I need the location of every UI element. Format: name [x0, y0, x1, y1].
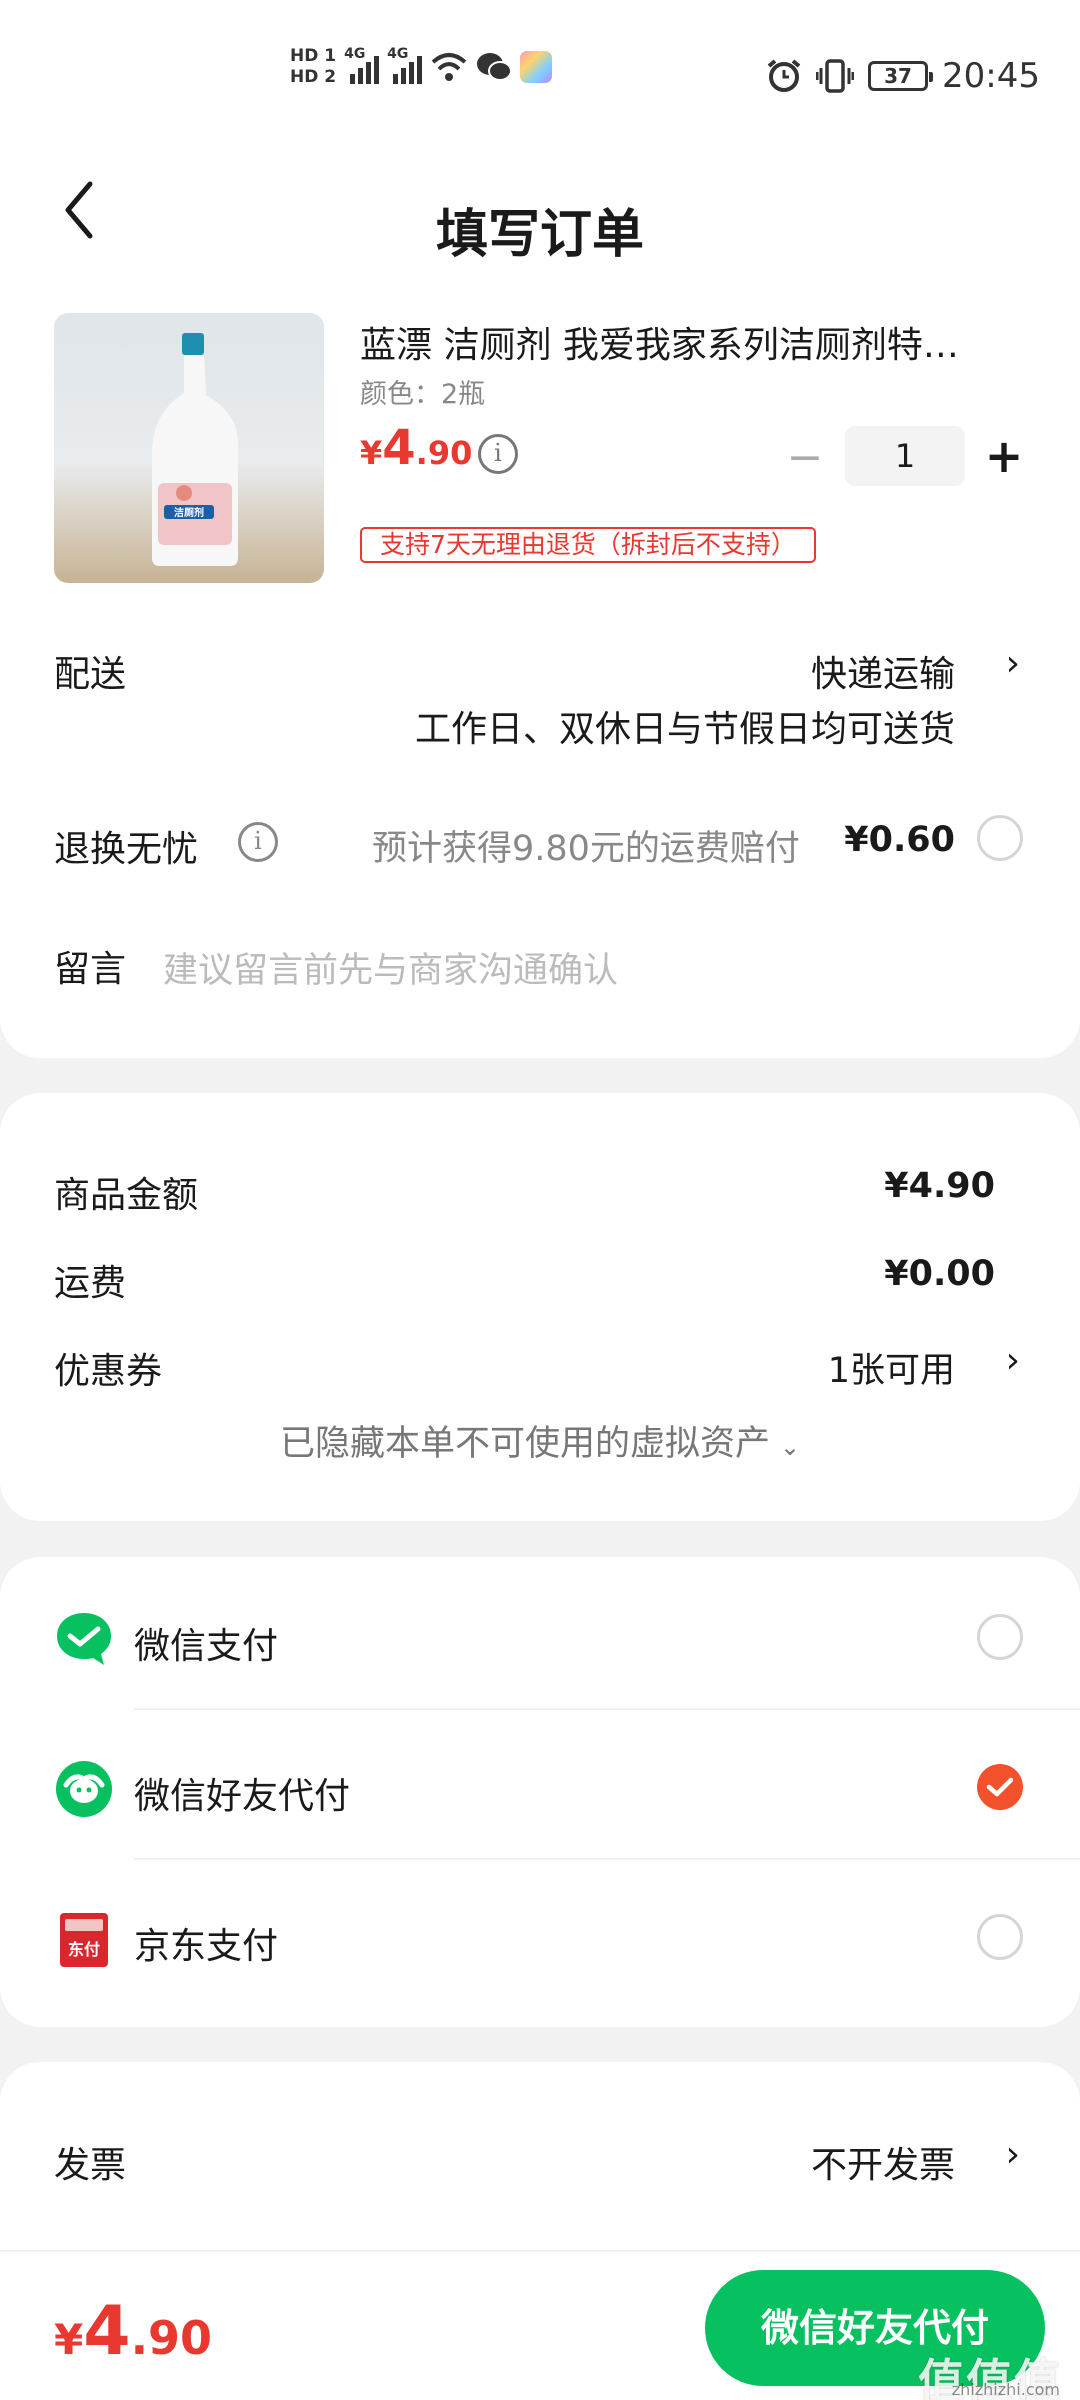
bottle-label-text: 洁厕剂: [174, 506, 204, 519]
payment-radio-jd[interactable]: [977, 1914, 1023, 1960]
status-bar: HD 1 HD 2 4G 4G 37 20:45: [0, 0, 1080, 150]
payment-divider: [134, 1858, 1080, 1860]
order-item-card: 洁厕剂 蓝漂 洁厕剂 我爱我家系列洁厕剂特… 颜色：2瓶 ¥4.90 i − 1…: [0, 280, 1080, 1058]
wechat-notification-icon: [477, 53, 513, 81]
total-decimal: .90: [130, 2311, 213, 2365]
shipping-label: 运费: [54, 1263, 127, 1304]
delivery-chevron-icon[interactable]: ›: [1006, 643, 1020, 684]
page-title: 填写订单: [435, 205, 644, 265]
status-right: 37 20:45: [766, 56, 1040, 96]
invoice-value[interactable]: 不开发票: [811, 2136, 955, 2188]
price-decimal: .90: [415, 434, 473, 472]
return-insurance-info-icon[interactable]: i: [238, 822, 278, 862]
shipping-value: ¥0.00: [884, 1254, 995, 1294]
return-insurance-desc: 预计获得9.80元的运费赔付: [372, 829, 800, 869]
clock: 20:45: [942, 56, 1040, 96]
quantity-increase-button[interactable]: +: [982, 426, 1026, 486]
product-title[interactable]: 蓝漂 洁厕剂 我爱我家系列洁厕剂特…: [360, 316, 1020, 368]
wifi-icon: [431, 53, 467, 81]
quantity-decrease-button[interactable]: −: [785, 428, 825, 488]
chevron-down-icon: ⌄: [779, 1433, 801, 1461]
status-left: HD 1 HD 2 4G 4G: [290, 46, 553, 86]
return-insurance-price: ¥0.60: [844, 820, 955, 860]
jd-pay-icon: 东付: [60, 1913, 108, 1967]
delivery-note: 工作日、双休日与节假日均可送货: [414, 709, 955, 750]
return-insurance-radio[interactable]: [977, 815, 1023, 861]
total-price: ¥4.90: [54, 2292, 212, 2371]
battery-indicator: 37: [868, 61, 934, 91]
wechat-friend-pay-icon: [56, 1761, 112, 1817]
signal-1-icon: 4G: [344, 46, 380, 84]
coupon-chevron-icon[interactable]: ›: [1006, 1340, 1020, 1381]
payment-label-wechat: 微信支付: [134, 1626, 279, 1667]
price-currency: ¥: [360, 434, 383, 472]
price-integer: 4: [382, 420, 416, 476]
total-integer: 4: [83, 2292, 131, 2371]
payment-label-wechat-friend: 微信好友代付: [134, 1776, 351, 1817]
payment-divider: [134, 1708, 1080, 1710]
app-notification-icon: [520, 51, 553, 83]
payment-label-jd: 京东支付: [134, 1926, 279, 1967]
quantity-value[interactable]: 1: [845, 426, 965, 486]
goods-amount-value: ¥4.90: [884, 1166, 995, 1206]
hidden-assets-text: 已隐藏本单不可使用的虚拟资产: [279, 1424, 770, 1464]
hd1-indicator: HD 1: [290, 46, 337, 66]
return-policy-badge: 支持7天无理由退货（拆封后不支持）: [360, 527, 816, 563]
wechat-pay-icon: [57, 1613, 111, 1665]
vibrate-icon: [816, 59, 855, 93]
amount-summary-card: 商品金额 ¥4.90 运费 ¥0.00 优惠券 1张可用 › 已隐藏本单不可使用…: [0, 1093, 1080, 1521]
delivery-method[interactable]: 快递运输: [811, 645, 955, 697]
network-type-1: 4G: [344, 46, 366, 62]
bottle-illustration: 洁厕剂: [152, 333, 238, 566]
remark-label: 留言: [54, 949, 127, 990]
payment-radio-wechat-friend[interactable]: [977, 1764, 1023, 1810]
alarm-icon: [767, 59, 801, 92]
total-currency: ¥: [54, 2315, 84, 2364]
payment-methods-card: 微信支付 微信好友代付 东付 京东支付: [0, 1557, 1080, 2027]
product-image[interactable]: 洁厕剂: [54, 313, 324, 583]
product-spec: 颜色：2瓶: [360, 379, 486, 410]
hidden-assets-toggle[interactable]: 已隐藏本单不可使用的虚拟资产 ⌄: [0, 1415, 1080, 1466]
hd-indicators: HD 1 HD 2: [290, 48, 336, 86]
page-header: 填写订单: [0, 150, 1080, 280]
delivery-label: 配送: [54, 654, 127, 695]
network-type-2: 4G: [387, 46, 409, 62]
invoice-label: 发票: [54, 2145, 127, 2186]
remark-input[interactable]: 建议留言前先与商家沟通确认: [163, 942, 618, 993]
coupon-value[interactable]: 1张可用: [828, 1342, 955, 1393]
hd2-indicator: HD 2: [290, 67, 337, 87]
jd-pay-icon-text: 东付: [68, 1940, 100, 1959]
price-info-icon[interactable]: i: [478, 434, 518, 474]
payment-radio-wechat[interactable]: [977, 1614, 1023, 1660]
watermark-url: zhizhizhi.com: [951, 2380, 1060, 2399]
checkmark-icon: [986, 1777, 1014, 1797]
return-insurance-label: 退换无忧: [54, 829, 199, 870]
signal-2-icon: 4G: [387, 46, 423, 84]
goods-amount-label: 商品金额: [54, 1175, 199, 1216]
invoice-chevron-icon[interactable]: ›: [1006, 2134, 1020, 2175]
product-price: ¥4.90: [360, 420, 472, 476]
coupon-label: 优惠券: [54, 1351, 163, 1392]
